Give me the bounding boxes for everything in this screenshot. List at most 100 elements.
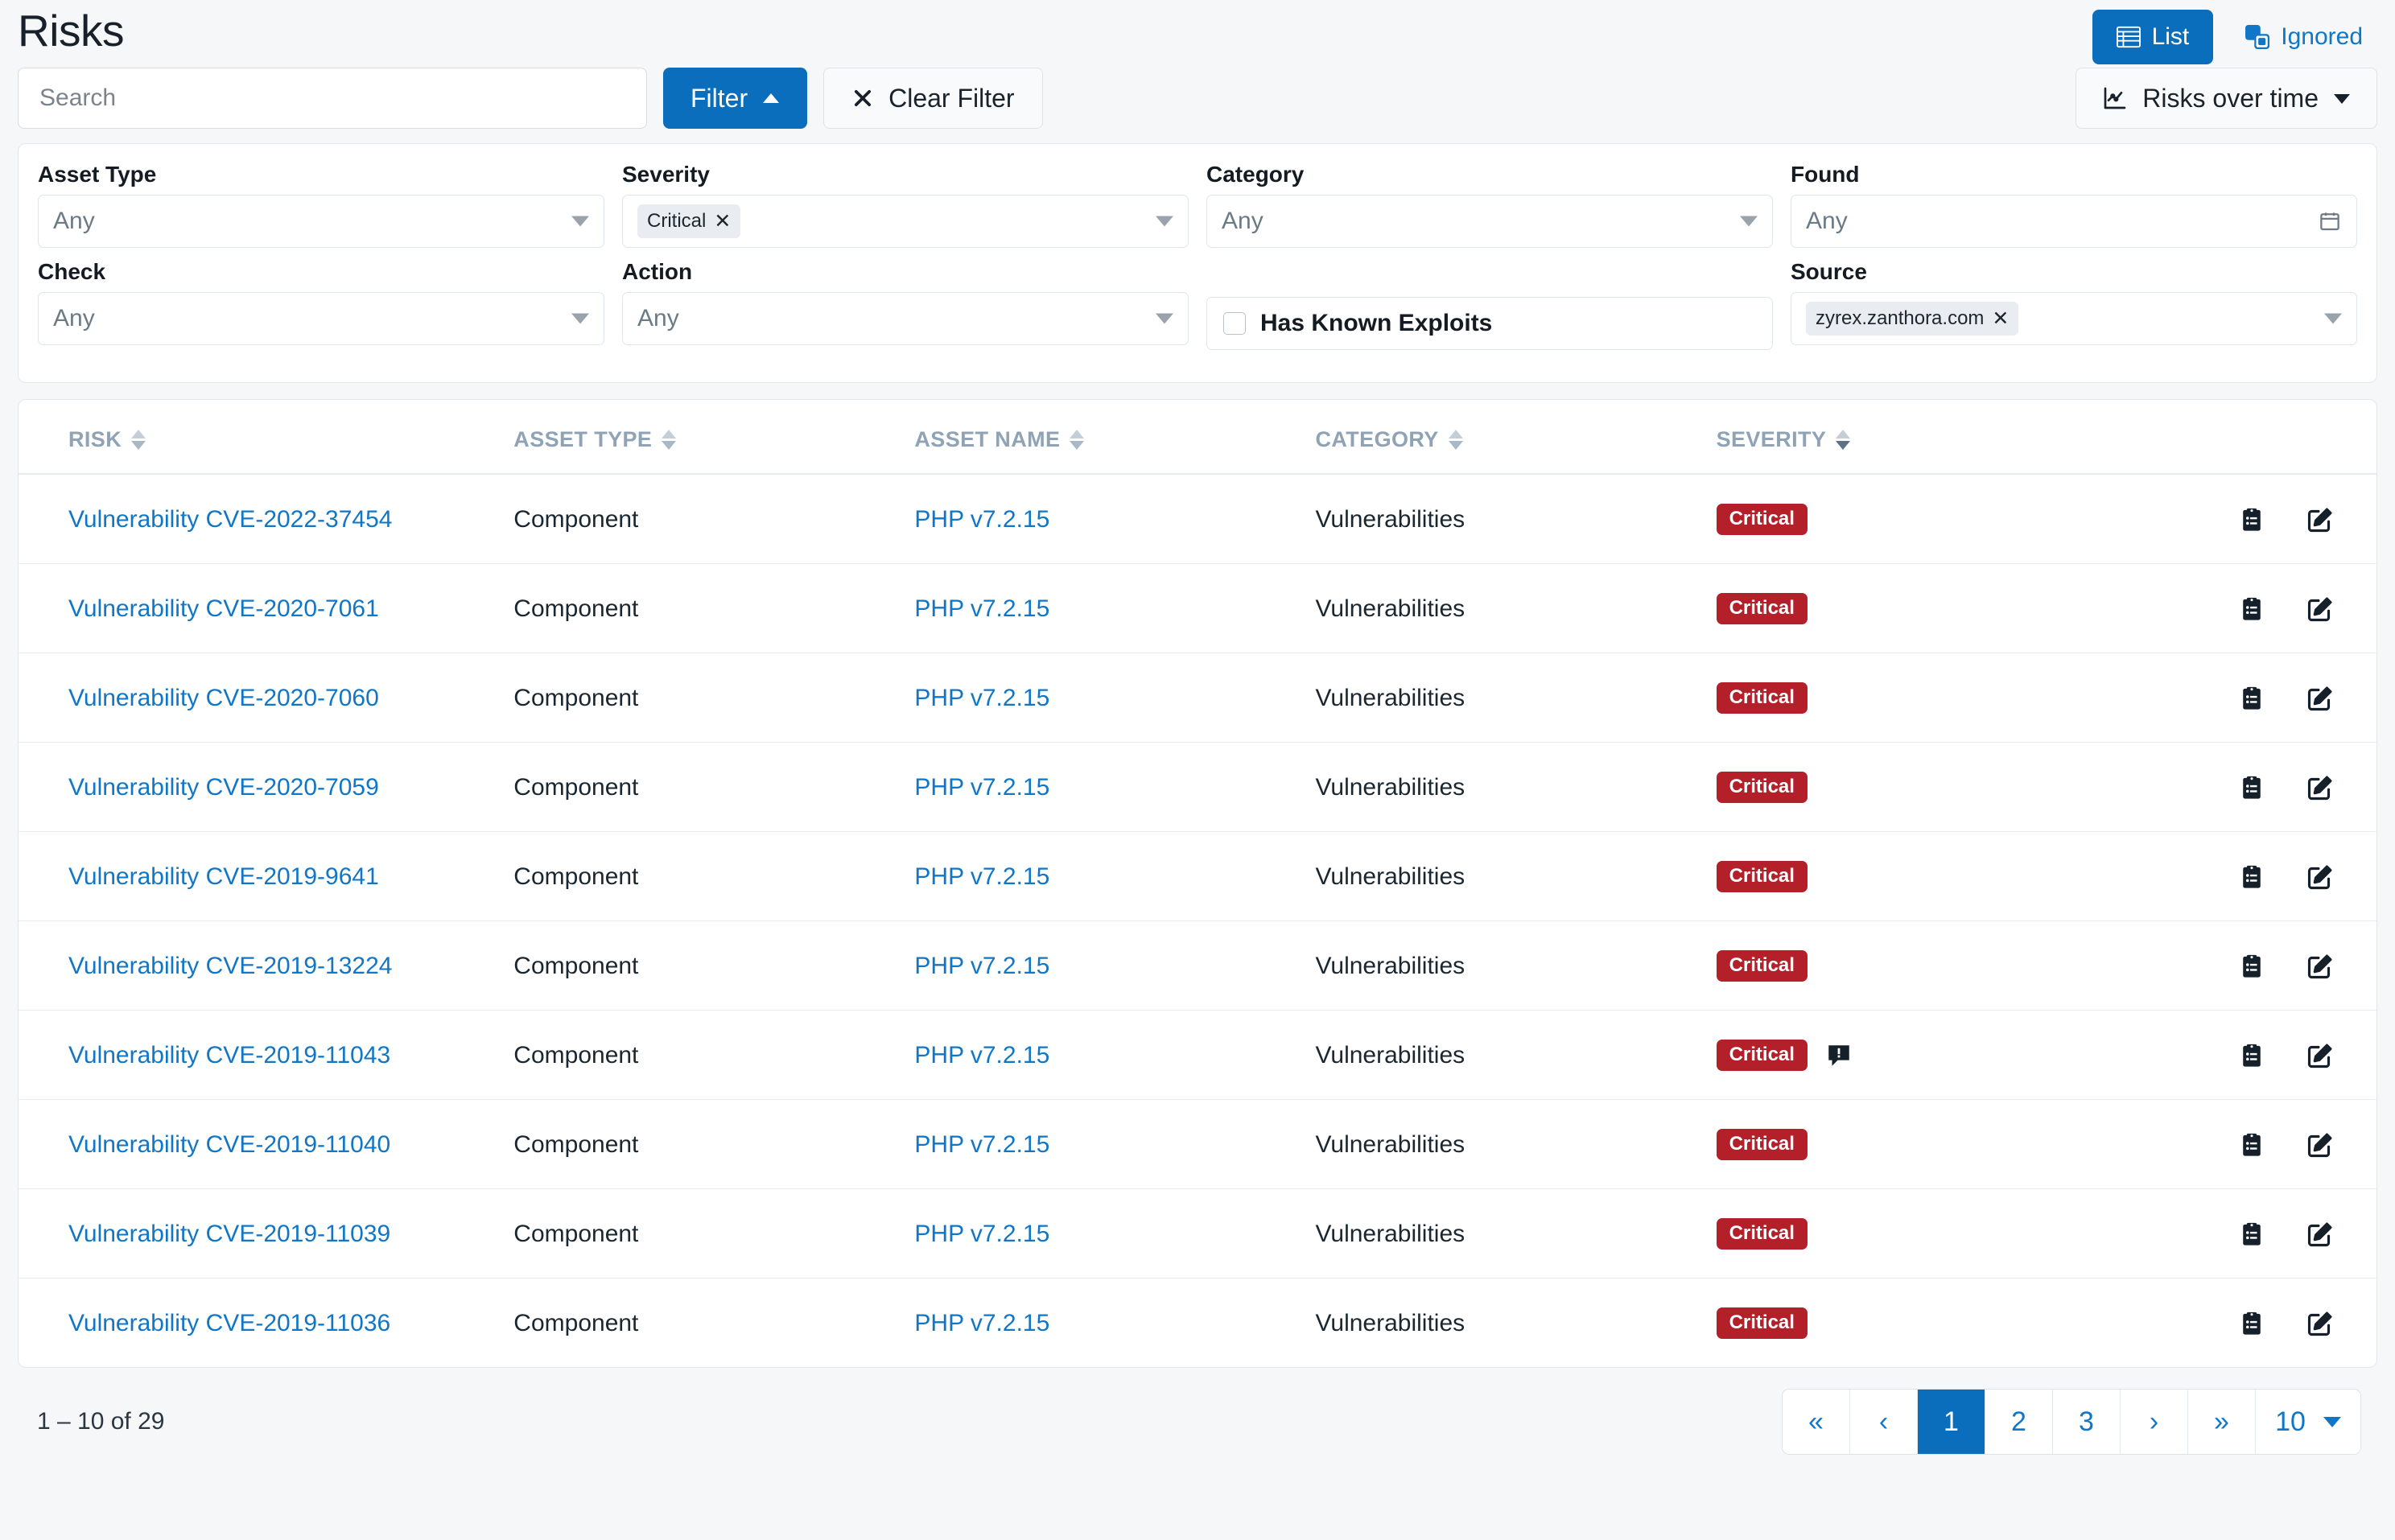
asset-name-link[interactable]: PHP v7.2.15 — [914, 685, 1049, 711]
filter-button[interactable]: Filter — [663, 68, 808, 129]
asset-name-link[interactable]: PHP v7.2.15 — [914, 1310, 1049, 1336]
cell-severity: Critical — [1716, 1010, 2141, 1100]
clipboard-list-icon[interactable] — [2238, 595, 2265, 623]
clear-filter-button[interactable]: Clear Filter — [823, 68, 1043, 129]
asset-type-select[interactable]: Any — [38, 195, 604, 248]
asset-name-link[interactable]: PHP v7.2.15 — [914, 863, 1049, 890]
cell-asset-name: PHP v7.2.15 — [914, 653, 1316, 743]
asset-name-link[interactable]: PHP v7.2.15 — [914, 506, 1049, 533]
risk-link[interactable]: Vulnerability CVE-2022-37454 — [68, 506, 392, 533]
ignored-view-button[interactable]: Ignored — [2231, 10, 2377, 64]
cell-asset-type: Component — [513, 742, 915, 832]
column-header-risk[interactable]: RISK — [19, 400, 514, 475]
action-label: Action — [622, 259, 693, 284]
sort-icon-active[interactable] — [1836, 430, 1851, 450]
risk-link[interactable]: Vulnerability CVE-2020-7060 — [68, 685, 379, 711]
table-row: Vulnerability CVE-2022-37454 Component PHP… — [19, 474, 2376, 564]
column-header-asset-type[interactable]: ASSET TYPE — [513, 400, 915, 475]
filter-field-check: Check Any — [38, 259, 604, 350]
pagination-button[interactable]: 1 — [1918, 1390, 1985, 1454]
source-label: Source — [1791, 259, 1867, 284]
severity-select[interactable]: Critical ✕ — [622, 195, 1189, 248]
table-row: Vulnerability CVE-2019-11036 Component PHP… — [19, 1279, 2376, 1368]
edit-icon[interactable] — [2306, 863, 2335, 891]
chip-remove-icon[interactable]: ✕ — [1992, 307, 2009, 331]
pagination-button[interactable]: « — [1783, 1390, 1850, 1454]
source-chip[interactable]: zyrex.zanthora.com ✕ — [1806, 302, 2019, 336]
clipboard-list-icon[interactable] — [2238, 506, 2265, 533]
asset-type-value: Any — [53, 208, 95, 234]
clipboard-list-icon[interactable] — [2238, 863, 2265, 891]
risk-link[interactable]: Vulnerability CVE-2020-7059 — [68, 774, 379, 801]
asset-name-link[interactable]: PHP v7.2.15 — [914, 1042, 1049, 1069]
page-size-value: 10 — [2275, 1406, 2306, 1437]
risks-over-time-button[interactable]: Risks over time — [2076, 68, 2377, 129]
asset-name-link[interactable]: PHP v7.2.15 — [914, 1131, 1049, 1158]
risk-link[interactable]: Vulnerability CVE-2019-11039 — [68, 1221, 390, 1247]
cell-asset-name: PHP v7.2.15 — [914, 1099, 1316, 1189]
pagination-button[interactable]: » — [2188, 1390, 2256, 1454]
list-view-button[interactable]: List — [2092, 10, 2214, 64]
clipboard-list-icon[interactable] — [2238, 1310, 2265, 1337]
risk-link[interactable]: Vulnerability CVE-2019-9641 — [68, 863, 379, 890]
pagination-button[interactable]: ‹ — [1850, 1390, 1918, 1454]
sort-icon[interactable] — [662, 430, 677, 450]
checkbox-icon[interactable] — [1223, 312, 1246, 335]
column-header-category[interactable]: CATEGORY — [1315, 400, 1717, 475]
filter-field-severity: Severity Critical ✕ — [622, 162, 1189, 248]
edit-icon[interactable] — [2306, 1309, 2335, 1338]
clipboard-list-icon[interactable] — [2238, 685, 2265, 712]
page-size-select[interactable]: 10 — [2256, 1390, 2360, 1454]
chip-remove-icon[interactable]: ✕ — [714, 209, 731, 233]
column-header-severity[interactable]: SEVERITY — [1716, 400, 2141, 475]
clipboard-list-icon[interactable] — [2238, 774, 2265, 801]
pagination-button[interactable]: 3 — [2053, 1390, 2121, 1454]
has-known-exploits-label: Has Known Exploits — [1260, 310, 1493, 336]
edit-icon[interactable] — [2306, 595, 2335, 624]
table-row: Vulnerability CVE-2020-7061 Component PHP … — [19, 563, 2376, 653]
risk-link[interactable]: Vulnerability CVE-2019-11040 — [68, 1131, 390, 1158]
list-view-label: List — [2151, 23, 2190, 50]
edit-icon[interactable] — [2306, 1220, 2335, 1249]
column-header-asset-name[interactable]: ASSET NAME — [914, 400, 1316, 475]
pagination-button[interactable]: 2 — [1985, 1390, 2053, 1454]
column-label-asset-type: ASSET TYPE — [513, 427, 653, 451]
search-filter-toolbar: Filter Clear Filter Risks over time — [0, 63, 2395, 143]
asset-type-label: Asset Type — [38, 162, 157, 187]
check-value: Any — [53, 305, 95, 331]
edit-icon[interactable] — [2306, 684, 2335, 713]
cell-actions — [2140, 1099, 2376, 1189]
sort-icon[interactable] — [131, 430, 146, 450]
has-known-exploits-checkbox[interactable]: Has Known Exploits — [1206, 297, 1773, 350]
severity-chip[interactable]: Critical ✕ — [637, 204, 741, 238]
source-chip-label: zyrex.zanthora.com — [1816, 307, 1985, 329]
asset-name-link[interactable]: PHP v7.2.15 — [914, 953, 1049, 979]
risk-link[interactable]: Vulnerability CVE-2019-11043 — [68, 1042, 390, 1069]
edit-icon[interactable] — [2306, 952, 2335, 981]
search-input[interactable] — [18, 68, 647, 129]
edit-icon[interactable] — [2306, 505, 2335, 534]
calendar-icon[interactable] — [2318, 209, 2342, 233]
sort-icon[interactable] — [1448, 430, 1463, 450]
found-date-input[interactable]: Any — [1791, 195, 2357, 248]
clipboard-list-icon[interactable] — [2238, 1131, 2265, 1159]
risk-link[interactable]: Vulnerability CVE-2019-11036 — [68, 1310, 390, 1336]
check-select[interactable]: Any — [38, 292, 604, 345]
cell-asset-name: PHP v7.2.15 — [914, 1010, 1316, 1100]
clipboard-list-icon[interactable] — [2238, 1042, 2265, 1069]
asset-name-link[interactable]: PHP v7.2.15 — [914, 774, 1049, 801]
clipboard-list-icon[interactable] — [2238, 1221, 2265, 1248]
edit-icon[interactable] — [2306, 773, 2335, 802]
sort-icon[interactable] — [1070, 430, 1085, 450]
asset-name-link[interactable]: PHP v7.2.15 — [914, 1221, 1049, 1247]
edit-icon[interactable] — [2306, 1130, 2335, 1159]
category-select[interactable]: Any — [1206, 195, 1773, 248]
edit-icon[interactable] — [2306, 1041, 2335, 1070]
asset-name-link[interactable]: PHP v7.2.15 — [914, 595, 1049, 622]
risk-link[interactable]: Vulnerability CVE-2020-7061 — [68, 595, 379, 622]
risk-link[interactable]: Vulnerability CVE-2019-13224 — [68, 953, 392, 979]
clipboard-list-icon[interactable] — [2238, 953, 2265, 980]
pagination-button[interactable]: › — [2121, 1390, 2188, 1454]
source-select[interactable]: zyrex.zanthora.com ✕ — [1791, 292, 2357, 345]
action-select[interactable]: Any — [622, 292, 1189, 345]
